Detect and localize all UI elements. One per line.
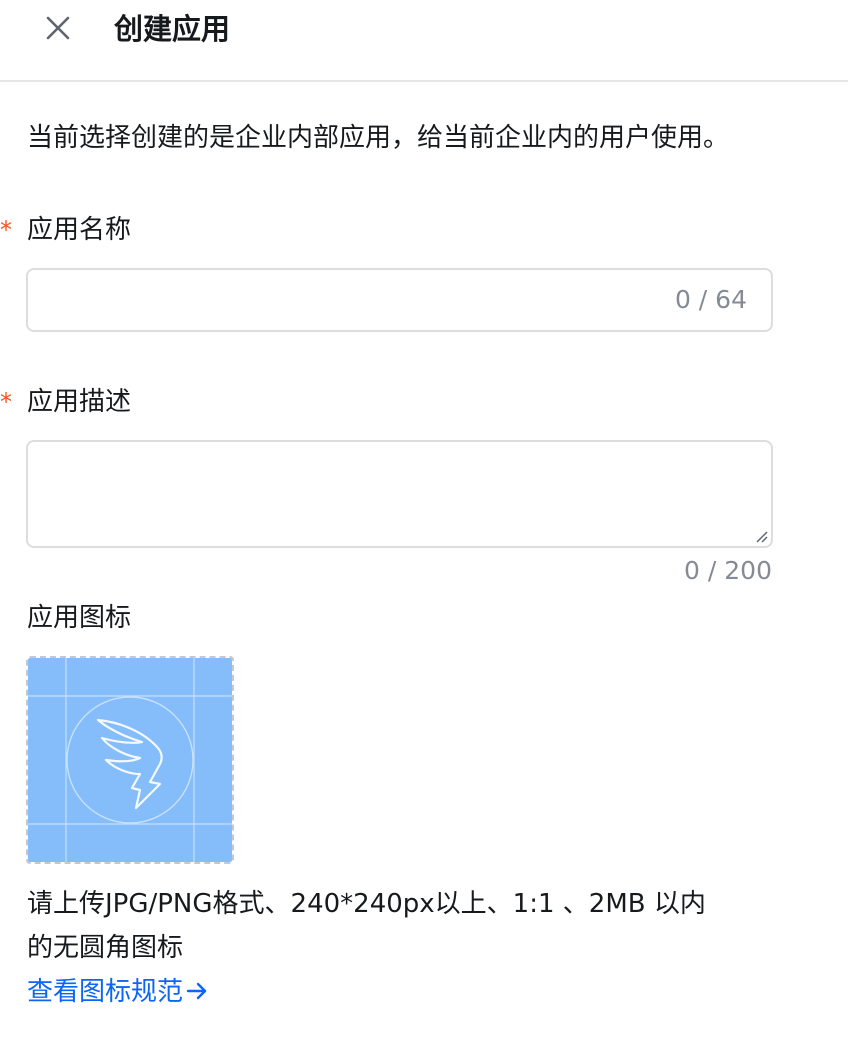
icon-upload-hint-line2: 的无圆角图标 (27, 933, 184, 963)
app-name-label: 应用名称 (27, 215, 132, 245)
required-mark: * (0, 388, 12, 416)
intro-text: 当前选择创建的是企业内部应用，给当前企业内的用户使用。 (27, 123, 730, 153)
app-name-field[interactable]: 0 / 64 (26, 268, 773, 332)
app-icon-label: 应用图标 (27, 603, 132, 633)
resize-handle-icon[interactable] (753, 528, 769, 544)
icon-upload-area[interactable] (26, 656, 234, 864)
view-icon-spec-label: 查看图标规范 (27, 977, 184, 1007)
app-description-counter: 0 / 200 (684, 556, 772, 585)
close-button[interactable] (38, 8, 78, 48)
page-title: 创建应用 (114, 12, 231, 46)
app-name-counter: 0 / 64 (674, 285, 747, 314)
app-description-label: 应用描述 (27, 387, 132, 417)
app-description-textarea[interactable] (40, 450, 744, 542)
view-icon-spec-link[interactable]: 查看图标规范 (27, 970, 209, 1014)
close-icon (46, 16, 70, 40)
dialog-header: 创建应用 (0, 0, 848, 82)
icon-upload-hint: 请上传JPG/PNG格式、240*240px以上、1:1 、2MB 以内 的无圆… (27, 882, 767, 970)
app-description-field[interactable] (26, 440, 773, 548)
dingtalk-wing-icon (28, 658, 232, 862)
app-name-input[interactable] (42, 270, 666, 332)
arrow-right-icon (186, 982, 207, 999)
required-mark: * (0, 216, 12, 244)
icon-upload-hint-line1: 请上传JPG/PNG格式、240*240px以上、1:1 、2MB 以内 (27, 889, 706, 919)
